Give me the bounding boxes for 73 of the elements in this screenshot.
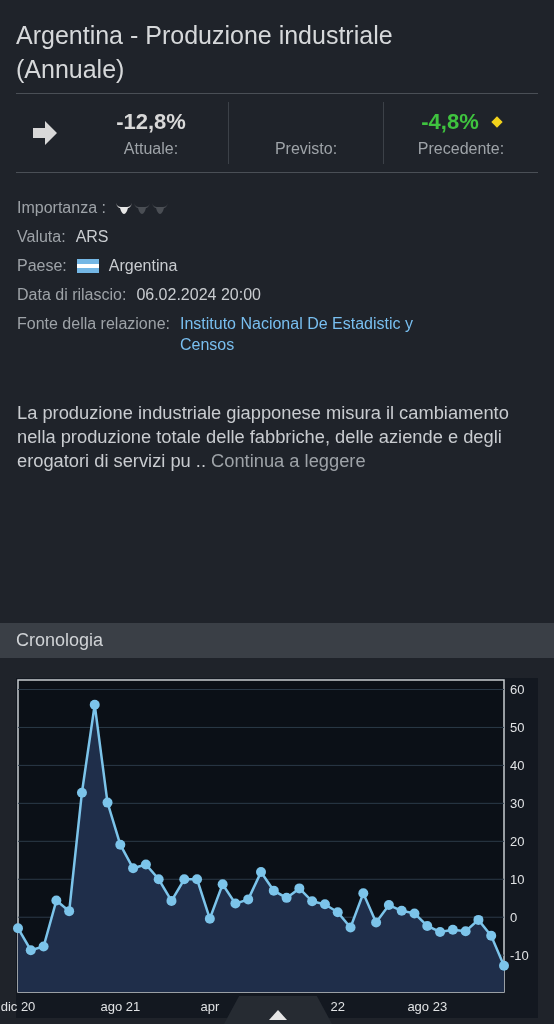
point: [422, 920, 433, 931]
point: [128, 863, 139, 874]
point: [358, 888, 369, 899]
point: [51, 895, 62, 906]
point: [256, 867, 266, 878]
point: [217, 879, 228, 890]
actual-value: -12,8%: [116, 109, 186, 135]
detail-value: 06.02.2024 20:00: [136, 285, 261, 305]
detail-label: Data di rilascio:: [17, 285, 127, 305]
section-title: Cronologia: [16, 630, 104, 651]
point: [102, 797, 113, 808]
point: [396, 905, 407, 916]
arrow-icon: [32, 120, 58, 146]
point: [345, 922, 356, 933]
point: [435, 927, 446, 938]
point: [166, 895, 177, 906]
stat-label: Precedente:: [417, 140, 505, 158]
point: [13, 923, 23, 934]
previous-value: -4,8%: [421, 109, 479, 135]
axis-label: ago 23: [407, 999, 448, 1014]
axis-label: 20: [510, 834, 525, 850]
point: [204, 913, 215, 924]
stat-label: Attuale:: [123, 140, 179, 158]
point: [230, 898, 241, 909]
stat-label: Previsto:: [274, 140, 338, 158]
detail-value: Argentina: [108, 256, 178, 276]
point: [140, 859, 151, 870]
point: [307, 896, 318, 907]
point: [38, 941, 49, 952]
point: [153, 874, 164, 885]
detail-label: Paese:: [17, 256, 67, 276]
point: [473, 914, 484, 925]
point: [409, 908, 420, 919]
axis-label: 60: [510, 682, 525, 698]
point: [383, 900, 394, 911]
point: [486, 930, 497, 941]
point: [294, 883, 305, 894]
axis-label: -10: [510, 948, 529, 964]
detail-value: ARS: [75, 227, 109, 247]
point: [371, 917, 382, 928]
caret-icon: [269, 1010, 287, 1020]
axis-label: ago 21: [100, 999, 141, 1014]
source-link[interactable]: Instituto Nacional De Estadistic y Censos: [180, 313, 470, 355]
point: [179, 874, 190, 885]
description-text: La produzione industriale giapponese misura il cambiamento nella produzione totale delle fabbriche, delle aziende e degli erogatori di servizi pu .. Continua a leggere: [17, 401, 510, 473]
point: [499, 960, 509, 971]
page-title: Argentina - Produzione industriale (Annuale): [16, 0, 538, 94]
axis-label: 22: [330, 999, 345, 1014]
point: [319, 899, 330, 910]
point: [447, 924, 458, 935]
axis-label: 40: [510, 758, 525, 774]
point: [460, 926, 471, 937]
point: [76, 787, 87, 798]
point: [281, 892, 292, 903]
axis-label: 0: [510, 910, 518, 926]
point: [25, 945, 36, 956]
point: [64, 906, 75, 917]
argentina-flag-icon: [76, 259, 99, 273]
read-more-link[interactable]: Continua a leggere: [211, 450, 366, 471]
point: [192, 874, 203, 885]
point: [332, 907, 343, 918]
axis-label: apr: [200, 999, 220, 1014]
axis-label: 50: [510, 720, 525, 736]
detail-label: Importanza :: [17, 198, 106, 218]
detail-label: Fonte della relazione:: [17, 314, 170, 334]
point: [243, 894, 254, 905]
point: [115, 839, 126, 850]
detail-label: Valuta:: [17, 227, 66, 247]
axis-label: 30: [510, 796, 525, 812]
axis-label: 10: [510, 872, 525, 888]
point: [89, 699, 100, 710]
point: [268, 885, 279, 896]
axis-label: dic 20: [0, 999, 36, 1014]
